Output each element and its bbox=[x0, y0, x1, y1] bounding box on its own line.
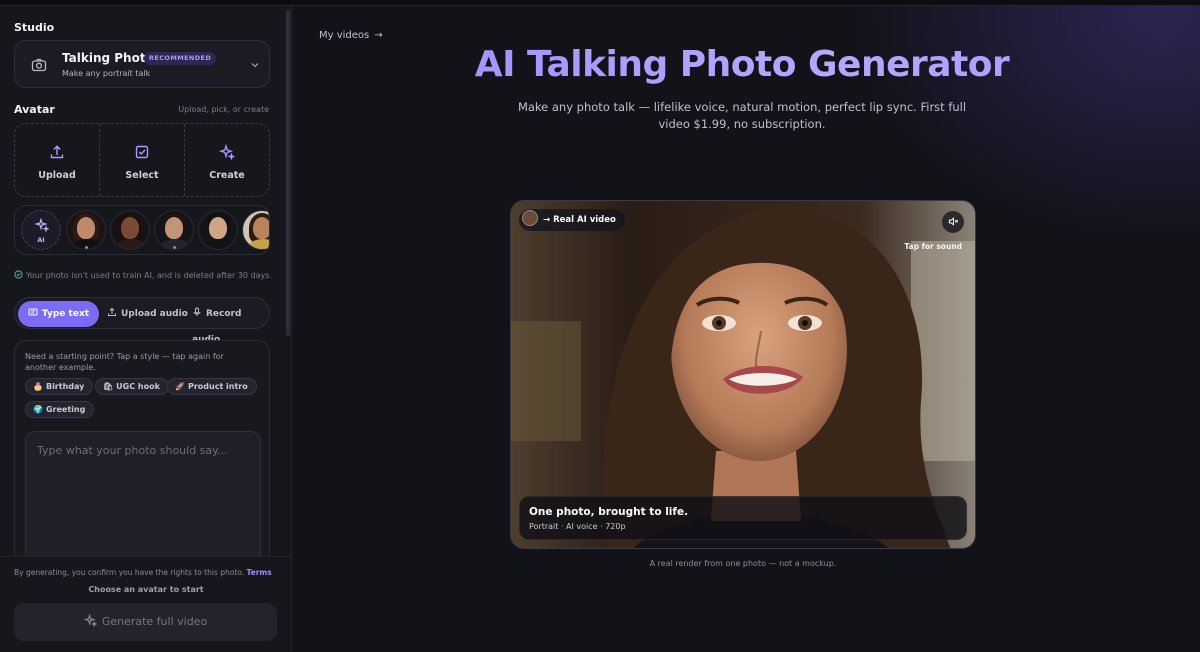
tab-type-text[interactable]: Type text bbox=[18, 301, 99, 327]
studio-label: Studio bbox=[14, 21, 55, 34]
sparkle-icon bbox=[219, 144, 235, 160]
rights-text: By generating, you confirm you have the … bbox=[14, 568, 245, 577]
starter-hint: Need a starting point? Tap a style — tap… bbox=[25, 352, 224, 372]
chip-label: Greeting bbox=[45, 405, 86, 414]
avatar-option[interactable] bbox=[198, 210, 238, 250]
upload-label: Upload bbox=[38, 170, 76, 181]
ai-tile-label: AI bbox=[37, 236, 45, 244]
page-title: AI Talking Photo Generator bbox=[292, 44, 1192, 85]
avatar-option[interactable] bbox=[110, 210, 150, 250]
checkbox-icon bbox=[135, 145, 149, 159]
birthday-icon: 🎂 bbox=[33, 382, 43, 391]
chip-birthday[interactable]: 🎂 Birthday bbox=[25, 378, 94, 395]
pill-label: Real AI video bbox=[553, 215, 616, 225]
mode-subtitle: Make any portrait talk bbox=[62, 69, 151, 78]
sidebar-scrollbar[interactable] bbox=[286, 10, 290, 336]
demo-video[interactable]: → Real AI video Tap for sound One photo,… bbox=[510, 200, 976, 549]
main-area: My videos → AI Talking Photo Generator Ma… bbox=[292, 6, 1200, 652]
studio-sidebar: Studio Talking Photo RECOMMENDED Make an… bbox=[0, 6, 292, 652]
tab-type-text-label: Type text bbox=[41, 309, 90, 319]
avatar-carousel: AI bbox=[14, 205, 270, 255]
video-caption: One photo, brought to life. Portrait · A… bbox=[519, 496, 967, 540]
chevron-down-icon bbox=[251, 63, 259, 68]
mic-icon bbox=[193, 307, 201, 316]
rights-notice: By generating, you confirm you have the … bbox=[14, 568, 272, 577]
arrow-right-icon: → bbox=[374, 30, 383, 41]
create-label: Create bbox=[209, 170, 245, 181]
avatar-option[interactable] bbox=[66, 210, 106, 250]
real-ai-video-pill: → Real AI video bbox=[519, 209, 625, 231]
mute-button[interactable] bbox=[942, 211, 964, 233]
chip-label: UGC hook bbox=[116, 382, 160, 391]
chip-label: Birthday bbox=[45, 382, 85, 391]
avatar-actions: Upload Select Create bbox=[14, 123, 270, 197]
avatar-thumbnail bbox=[522, 210, 538, 226]
rocket-icon: 🚀 bbox=[175, 382, 185, 391]
page-subtitle: Make any photo talk — lifelike voice, na… bbox=[517, 100, 967, 131]
terms-link[interactable]: Terms bbox=[247, 568, 272, 577]
avatar-option[interactable] bbox=[242, 210, 269, 250]
sparkle-icon bbox=[35, 218, 49, 232]
chip-label: Product intro bbox=[187, 382, 248, 391]
privacy-text: Your photo isn't used to train AI, and i… bbox=[26, 271, 272, 280]
camera-icon bbox=[31, 58, 47, 72]
my-videos-link[interactable]: My videos → bbox=[319, 30, 383, 41]
select-label: Select bbox=[125, 170, 159, 181]
upload-avatar-button[interactable]: Upload bbox=[15, 124, 99, 196]
arrow-right-icon: → bbox=[543, 215, 554, 225]
avatar-section-label: Avatar bbox=[14, 103, 55, 116]
choose-avatar-hint: Choose an avatar to start bbox=[88, 585, 204, 594]
privacy-note: Your photo isn't used to train AI, and i… bbox=[14, 270, 272, 280]
shopping-bag-icon: 🛍 bbox=[103, 382, 114, 391]
check-circle-icon bbox=[14, 270, 23, 279]
generate-button[interactable]: Generate full video bbox=[14, 603, 277, 641]
speaker-muted-icon bbox=[948, 217, 958, 226]
ai-avatar-tile[interactable]: AI bbox=[21, 210, 61, 250]
avatar-hint: Upload, pick, or create bbox=[178, 105, 269, 114]
my-videos-label: My videos bbox=[319, 30, 370, 41]
caption-subtitle: Portrait · AI voice · 720p bbox=[529, 522, 626, 531]
input-mode-tabs: Type text Upload audio Record audio bbox=[14, 297, 270, 345]
tab-upload-audio-label: Upload audio bbox=[121, 309, 188, 319]
chip-greeting[interactable]: 🌍 Greeting bbox=[25, 401, 95, 418]
tab-upload-audio[interactable]: Upload audio bbox=[107, 301, 188, 327]
chip-ugc-hook[interactable]: 🛍 UGC hook bbox=[95, 378, 169, 395]
recommended-badge: RECOMMENDED bbox=[144, 52, 217, 65]
text-icon bbox=[28, 308, 38, 316]
mode-selector[interactable]: Talking Photo RECOMMENDED Make any portr… bbox=[14, 40, 270, 88]
mode-title: Talking Photo bbox=[62, 51, 154, 65]
generate-label: Generate full video bbox=[101, 615, 208, 628]
globe-icon: 🌍 bbox=[33, 405, 43, 414]
select-avatar-button[interactable]: Select bbox=[99, 124, 184, 196]
upload-icon bbox=[50, 145, 64, 159]
avatar-option[interactable] bbox=[154, 210, 194, 250]
tap-for-sound: Tap for sound bbox=[904, 242, 962, 251]
caption-title: One photo, brought to life. bbox=[529, 506, 689, 518]
tab-record-audio[interactable]: Record audio bbox=[192, 301, 269, 345]
upload-icon bbox=[108, 307, 116, 316]
sidebar-footer: By generating, you confirm you have the … bbox=[0, 556, 291, 652]
sparkle-icon bbox=[83, 613, 98, 628]
create-avatar-button[interactable]: Create bbox=[184, 124, 269, 196]
chip-product-intro[interactable]: 🚀 Product intro bbox=[167, 378, 257, 395]
render-note: A real render from one photo — not a moc… bbox=[649, 559, 837, 568]
